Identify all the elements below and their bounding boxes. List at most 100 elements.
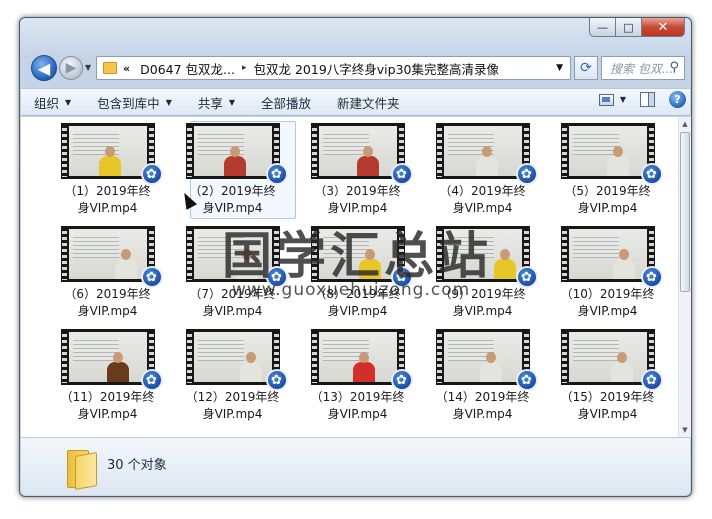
file-name: （6）2019年终 身VIP.mp4 (48, 286, 168, 320)
search-icon[interactable]: ⚲ (669, 60, 679, 75)
file-item[interactable]: ✿ （15）2019年终 身VIP.mp4 (545, 329, 670, 432)
share-button[interactable]: 共享 ▼ (185, 93, 248, 112)
file-name: （11）2019年终 身VIP.mp4 (48, 389, 168, 423)
forward-arrow-icon[interactable]: ▶ (59, 56, 83, 80)
media-player-icon: ✿ (140, 369, 163, 391)
video-thumbnail: ✿ (310, 123, 413, 185)
media-player-icon: ✿ (140, 266, 163, 288)
file-name: （10）2019年终 身VIP.mp4 (548, 286, 668, 320)
preview-pane-icon[interactable] (640, 92, 655, 107)
search-placeholder: 搜索 包双... (610, 61, 674, 76)
include-in-library-label: 包含到库中 (97, 95, 160, 111)
file-item[interactable]: ✿ （14）2019年终 身VIP.mp4 (420, 329, 545, 432)
file-name: （14）2019年终 身VIP.mp4 (423, 389, 543, 423)
file-item[interactable]: ✿ （11）2019年终 身VIP.mp4 (45, 329, 170, 432)
folder-icon (103, 62, 117, 74)
file-name: （15）2019年终 身VIP.mp4 (548, 389, 668, 423)
file-name-line2: 身VIP.mp4 (577, 201, 638, 215)
media-player-icon: ✿ (515, 369, 538, 391)
video-thumbnail: ✿ (60, 329, 163, 391)
file-item[interactable]: ✿ （3）2019年终 身VIP.mp4 (295, 123, 420, 226)
include-in-library-button[interactable]: 包含到库中 ▼ (84, 93, 185, 112)
window-controls: — □ ✕ (589, 18, 685, 37)
new-folder-label: 新建文件夹 (337, 95, 400, 111)
video-thumbnail: ✿ (185, 123, 288, 185)
vertical-scrollbar[interactable]: ▲ ▼ (678, 117, 691, 437)
video-thumbnail: ✿ (185, 329, 288, 391)
file-name-line2: 身VIP.mp4 (327, 407, 388, 421)
file-item[interactable]: ✿ （5）2019年终 身VIP.mp4 (545, 123, 670, 226)
play-all-button[interactable]: 全部播放 (248, 93, 324, 112)
video-thumbnail: ✿ (560, 329, 663, 391)
recent-pages-dropdown-icon[interactable]: ▼ (85, 63, 91, 72)
address-dropdown-icon[interactable]: ▼ (556, 63, 563, 73)
scroll-up-icon[interactable]: ▲ (679, 117, 691, 131)
file-name-line1: （10）2019年终 (560, 287, 655, 301)
back-arrow-icon[interactable]: ◀ (31, 55, 57, 81)
refresh-icon[interactable]: ⟳ (574, 56, 598, 80)
play-all-label: 全部播放 (261, 95, 312, 111)
file-item[interactable]: ✿ （2）2019年终 身VIP.mp4 (170, 121, 296, 226)
file-item[interactable]: ✿ （4）2019年终 身VIP.mp4 (420, 123, 545, 226)
media-player-icon: ✿ (390, 369, 413, 391)
organize-label: 组织 (34, 95, 60, 111)
file-name-line2: 身VIP.mp4 (577, 304, 638, 318)
file-name-line2: 身VIP.mp4 (452, 304, 513, 318)
file-name: （4）2019年终 身VIP.mp4 (423, 183, 543, 217)
file-name: （12）2019年终 身VIP.mp4 (173, 389, 293, 423)
media-player-icon: ✿ (640, 163, 663, 185)
view-options-dropdown-icon[interactable]: ▼ (620, 95, 626, 104)
file-name: （1）2019年终 身VIP.mp4 (48, 183, 168, 217)
file-name-line1: （3）2019年终 (314, 184, 401, 198)
media-player-icon: ✿ (140, 163, 163, 185)
file-name-line2: 身VIP.mp4 (77, 407, 138, 421)
details-pane: 30 个对象 (21, 437, 690, 495)
watermark-text: 国学汇总站 (222, 226, 492, 285)
change-view-icon[interactable] (598, 93, 614, 106)
breadcrumb-item-parent[interactable]: D0647 包双龙... (140, 59, 235, 78)
scrollbar-thumb[interactable] (680, 132, 690, 292)
file-name: （3）2019年终 身VIP.mp4 (298, 183, 418, 217)
media-player-icon: ✿ (515, 266, 538, 288)
video-thumbnail: ✿ (435, 329, 538, 391)
watermark-url: www.guoxuehuizong.com (232, 280, 471, 300)
file-name-line2: 身VIP.mp4 (327, 201, 388, 215)
video-thumbnail: ✿ (435, 123, 538, 185)
scroll-down-icon[interactable]: ▼ (679, 423, 691, 437)
help-icon[interactable]: ? (669, 91, 686, 108)
breadcrumb-separator-icon[interactable]: ▸ (242, 63, 247, 73)
minimize-button[interactable]: — (589, 18, 616, 37)
file-name-line1: （15）2019年终 (560, 390, 655, 404)
breadcrumb-item-current[interactable]: 包双龙 2019八字终身vip30集完整高清录像 (253, 59, 499, 78)
maximize-button[interactable]: □ (616, 18, 642, 37)
file-name-line2: 身VIP.mp4 (77, 304, 138, 318)
video-thumbnail: ✿ (560, 123, 663, 185)
chevron-down-icon: ▼ (65, 97, 72, 107)
search-input[interactable]: 搜索 包双... ⚲ (601, 56, 685, 80)
file-name-line1: （13）2019年终 (310, 390, 405, 404)
media-player-icon: ✿ (640, 369, 663, 391)
file-name: （5）2019年终 身VIP.mp4 (548, 183, 668, 217)
file-name-line1: （11）2019年终 (60, 390, 155, 404)
breadcrumb-overflow[interactable]: « (123, 62, 130, 75)
file-name-line1: （6）2019年终 (64, 287, 151, 301)
file-item[interactable]: ✿ （10）2019年终 身VIP.mp4 (545, 226, 670, 329)
navigation-bar: ◀ ▶ ▼ « D0647 包双龙... ▸ 包双龙 2019八字终身vip30… (28, 54, 685, 84)
video-thumbnail: ✿ (560, 226, 663, 288)
media-player-icon: ✿ (265, 163, 288, 185)
file-name-line1: （5）2019年终 (564, 184, 651, 198)
organize-button[interactable]: 组织 ▼ (21, 93, 84, 112)
chevron-down-icon: ▼ (228, 97, 236, 107)
file-name-line2: 身VIP.mp4 (577, 407, 638, 421)
item-count: 30 个对象 (107, 458, 167, 473)
new-folder-button[interactable]: 新建文件夹 (324, 93, 413, 112)
file-item[interactable]: ✿ （12）2019年终 身VIP.mp4 (170, 329, 295, 432)
address-bar[interactable]: « D0647 包双龙... ▸ 包双龙 2019八字终身vip30集完整高清录… (96, 56, 571, 80)
file-item[interactable]: ✿ （13）2019年终 身VIP.mp4 (295, 329, 420, 432)
file-item[interactable]: ✿ （1）2019年终 身VIP.mp4 (45, 123, 170, 226)
file-item[interactable]: ✿ （6）2019年终 身VIP.mp4 (45, 226, 170, 329)
media-player-icon: ✿ (640, 266, 663, 288)
folder-icon (67, 450, 99, 490)
file-name-line2: 身VIP.mp4 (202, 304, 263, 318)
close-button[interactable]: ✕ (642, 18, 685, 37)
